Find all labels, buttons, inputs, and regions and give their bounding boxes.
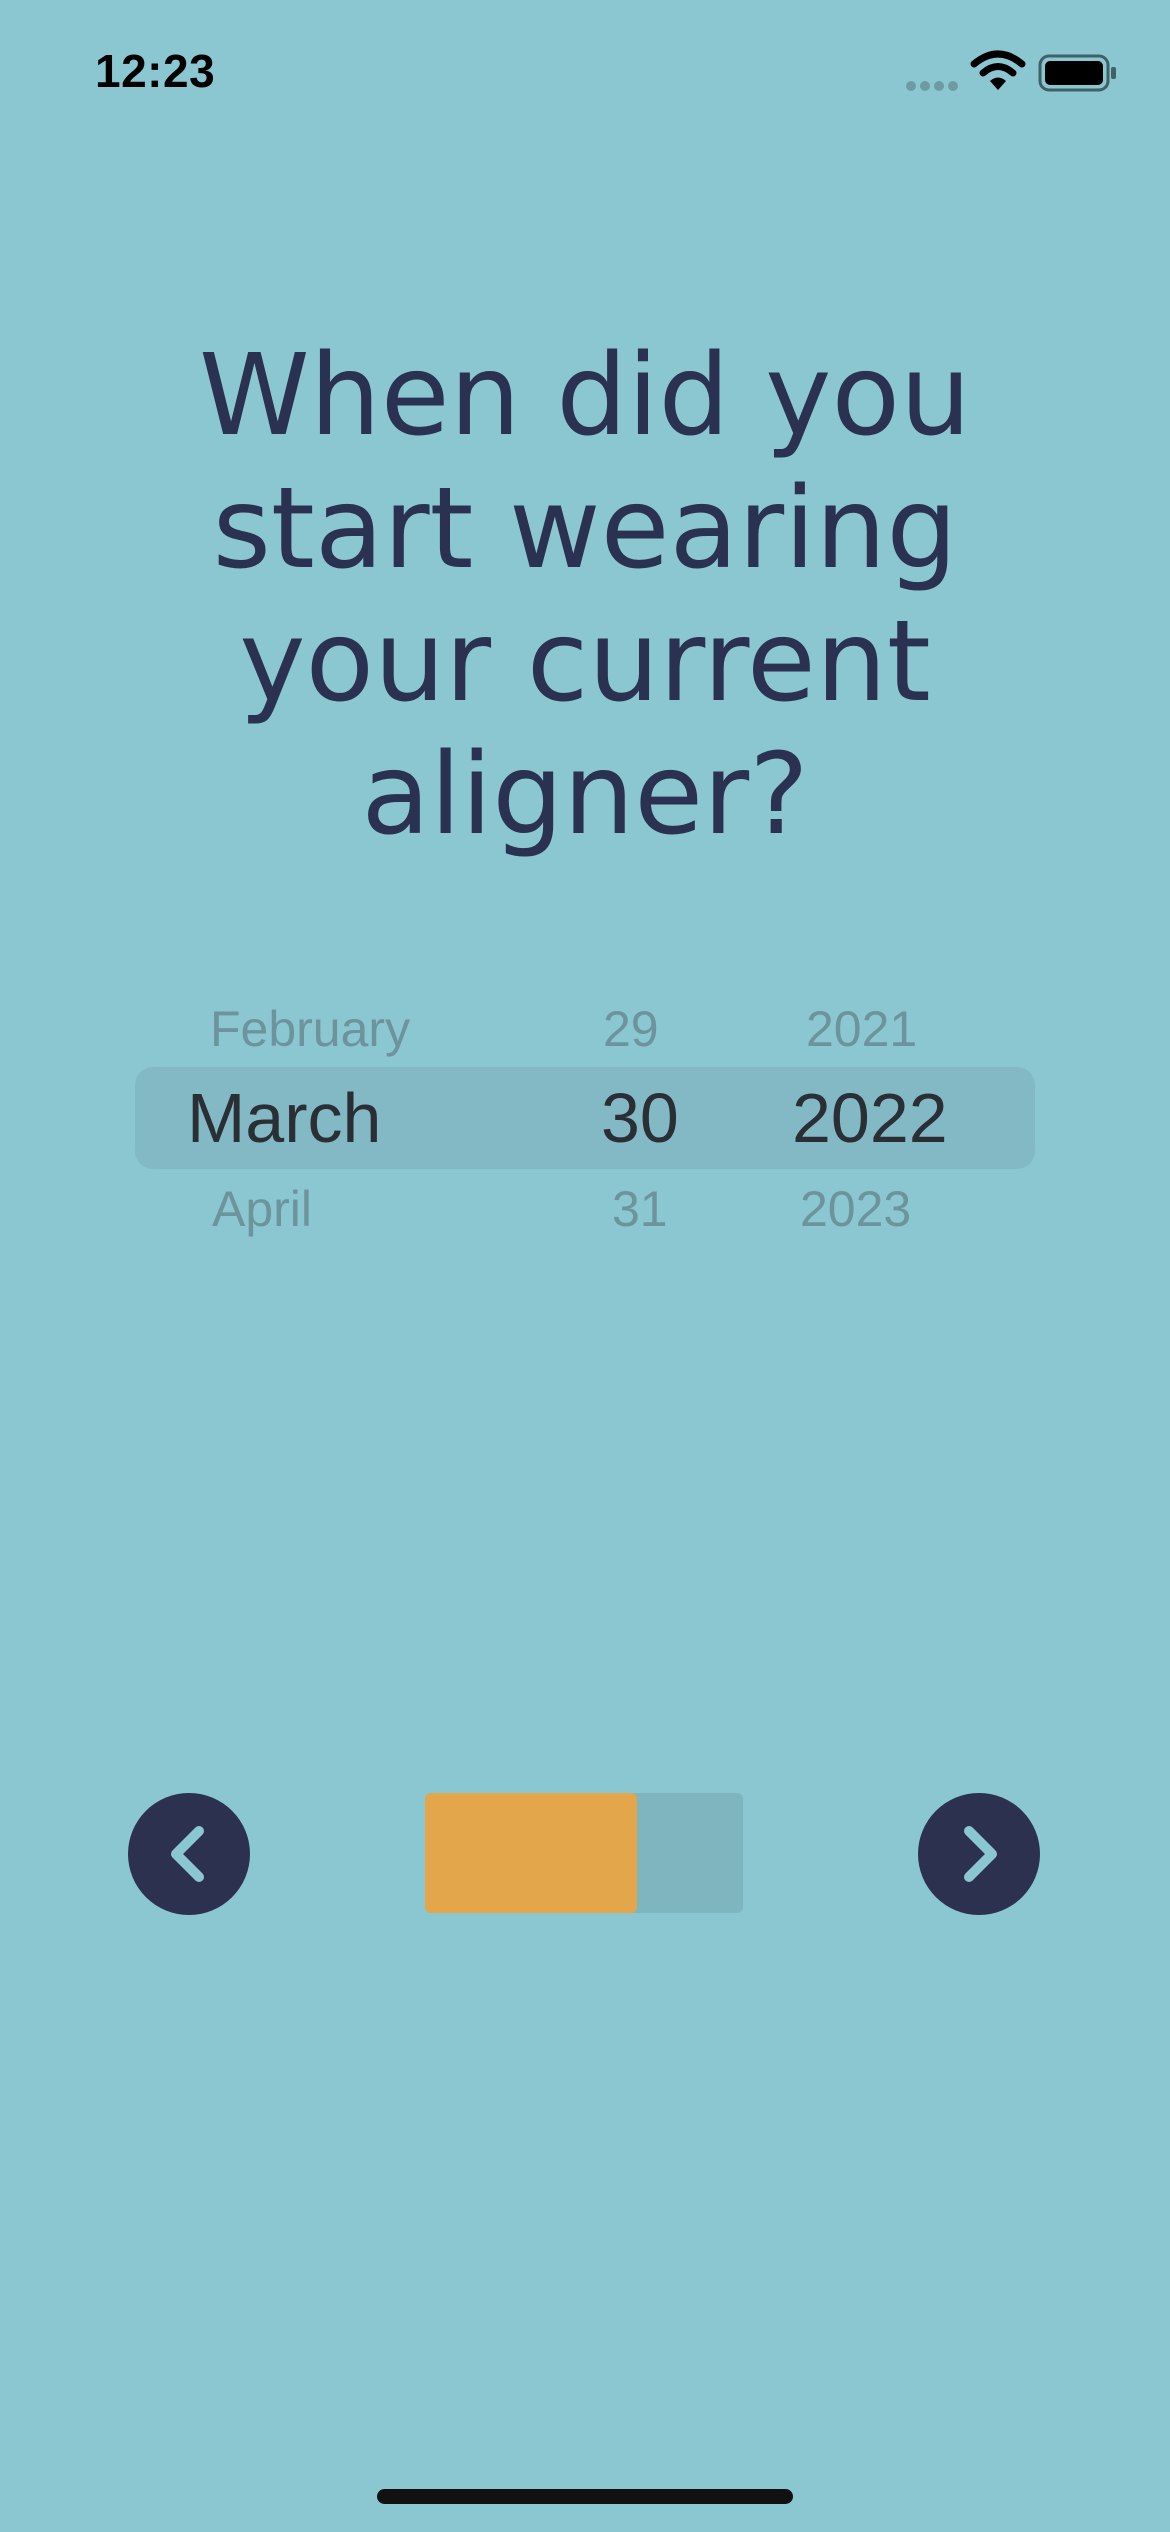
next-button[interactable] — [918, 1793, 1040, 1915]
back-button[interactable] — [128, 1793, 250, 1915]
date-picker[interactable]: February March April 29 30 31 2021 2022 … — [0, 980, 1170, 1250]
wifi-icon — [970, 50, 1026, 90]
question-line: When did you — [199, 331, 971, 461]
year-previous[interactable]: 2021 — [806, 1000, 917, 1058]
question-title: When did you start wearing your current … — [135, 330, 1035, 862]
chevron-left-icon — [171, 1826, 204, 1882]
question-line: aligner? — [361, 730, 809, 860]
question-line: your current — [239, 597, 931, 727]
status-bar: 12:23 — [0, 0, 1170, 150]
year-wheel[interactable]: 2021 2022 2023 — [0, 980, 1170, 1250]
progress-bar — [425, 1793, 743, 1913]
question-line: start wearing — [212, 464, 958, 594]
home-indicator[interactable] — [377, 2489, 793, 2504]
status-time: 12:23 — [95, 45, 216, 97]
chevron-right-icon — [964, 1826, 997, 1882]
battery-icon — [1038, 54, 1116, 92]
year-next[interactable]: 2023 — [800, 1180, 911, 1238]
cellular-signal-icon — [906, 81, 958, 91]
progress-fill — [425, 1793, 637, 1913]
year-selected[interactable]: 2022 — [792, 1078, 948, 1158]
